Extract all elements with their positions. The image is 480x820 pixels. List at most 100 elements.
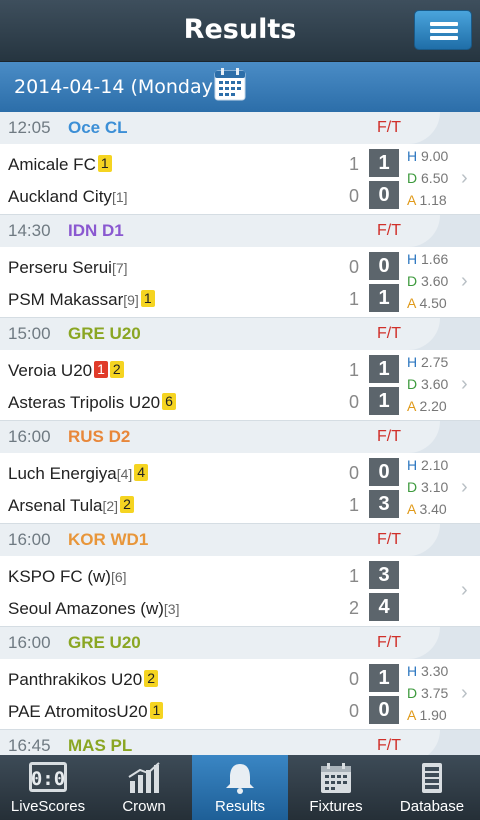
half-time-score: 0 [349, 186, 360, 206]
full-time-score: 1 [369, 664, 399, 692]
away-team: PAE AtromitosU20 1 [8, 702, 164, 722]
team-name: Luch Energiya [8, 464, 117, 483]
home-team: KSPO FC (w)[6] [8, 567, 127, 587]
odds-label: D [407, 273, 418, 289]
league-header: 16:00 KOR WD1 F/T [0, 524, 480, 556]
odds-label: H [407, 354, 418, 370]
match-row[interactable]: Amicale FC 1 1 1 Auckland City[1] 0 0 H 9.00 D 6… [0, 144, 480, 215]
tab-livescores[interactable]: 0:0 LiveScores [0, 755, 96, 820]
full-time-score: 0 [369, 458, 399, 486]
kickoff-time: 12:05 [8, 118, 51, 137]
odds-value: 4.50 [419, 295, 447, 311]
calendar-icon[interactable] [214, 67, 246, 101]
odds-label: D [407, 479, 418, 495]
team-name: Arsenal Tula [8, 496, 103, 515]
chevron-right-icon[interactable]: › [461, 579, 468, 602]
odds-label: A [407, 398, 416, 414]
league-rank: [6] [110, 569, 127, 585]
match-row[interactable]: Luch Energiya[4] 4 0 0 Arsenal Tula[2] 2 1 3 H 2… [0, 453, 480, 524]
competition-name[interactable]: IDN D1 [68, 221, 124, 241]
team-name: Panthrakikos U20 [8, 670, 143, 689]
odds-home: H 2.10 [407, 457, 448, 473]
odds-home: H 2.75 [407, 354, 448, 370]
team-name: PAE AtromitosU20 [8, 702, 148, 721]
yellow-card-count: 1 [140, 290, 155, 307]
full-time-score: 0 [369, 696, 399, 724]
chevron-right-icon[interactable]: › [461, 682, 468, 705]
odds-label: H [407, 148, 418, 164]
match-row[interactable]: Panthrakikos U20 2 0 1 PAE AtromitosU20 1 0 0 H … [0, 659, 480, 730]
chevron-right-icon[interactable]: › [461, 167, 468, 190]
league-header: 16:00 RUS D2 F/T [0, 421, 480, 453]
kickoff-time: 16:00 [8, 530, 51, 549]
league-rank: [3] [163, 601, 180, 617]
bar-chart-icon [128, 762, 160, 793]
scoreboard-icon: 0:0 [29, 762, 67, 792]
half-time-score: 1 [349, 154, 360, 174]
chevron-right-icon[interactable]: › [461, 270, 468, 293]
half-time-score: 1 [349, 566, 360, 586]
yellow-card-count: 2 [109, 361, 124, 378]
bottom-tab-bar: 0:0 LiveScores Crown Results Fixtures Da… [0, 755, 480, 820]
odds-label: D [407, 685, 418, 701]
home-team: Luch Energiya[4] 4 [8, 464, 149, 484]
odds-label: A [407, 295, 416, 311]
league-rank: [1] [111, 189, 128, 205]
league-rank: [2] [102, 498, 119, 514]
chevron-right-icon[interactable]: › [461, 373, 468, 396]
tab-fixtures[interactable]: Fixtures [288, 755, 384, 820]
yellow-card-count: 2 [120, 496, 134, 513]
league-header-bg [0, 524, 440, 556]
tab-database[interactable]: Database [384, 755, 480, 820]
bell-icon [226, 764, 254, 794]
kickoff-time: 16:00 [8, 427, 51, 446]
tab-results[interactable]: Results [192, 755, 288, 820]
tab-crown[interactable]: Crown [96, 755, 192, 820]
away-team: PSM Makassar[9] 1 [8, 290, 155, 310]
date-label: 2014-04-14 (Monday) [14, 76, 221, 98]
team-name: Seoul Amazones (w) [8, 599, 164, 618]
odds-value: 1.66 [421, 251, 449, 267]
full-time-score: 1 [369, 149, 399, 177]
half-time-score: 0 [349, 669, 360, 689]
menu-button[interactable] [414, 10, 472, 50]
half-time-score: 0 [349, 257, 360, 277]
yellow-card-count: 6 [162, 393, 176, 410]
odds-label: D [407, 170, 418, 186]
kickoff-time: 16:00 [8, 633, 51, 652]
match-status: F/T [377, 325, 401, 342]
odds-away: A 1.18 [407, 192, 447, 208]
odds-away: A 3.40 [407, 501, 447, 517]
match-row[interactable]: Veroia U20 1 2 1 1 Asteras Tripolis U20 6 0 1 H 2… [0, 350, 480, 421]
league-header: 12:05 Oce CL F/T [0, 112, 480, 144]
odds-value: 3.30 [421, 663, 449, 679]
odds-draw: D 3.60 [407, 376, 448, 392]
competition-name[interactable]: Oce CL [68, 118, 128, 138]
results-list[interactable]: 12:05 Oce CL F/T Amicale FC 1 1 1 Auckland City… [0, 112, 480, 755]
competition-name[interactable]: KOR WD1 [68, 530, 148, 550]
odds-value: 3.10 [421, 479, 449, 495]
odds-label: H [407, 663, 418, 679]
league-header-bg [0, 627, 440, 659]
full-time-score: 0 [369, 181, 399, 209]
match-row[interactable]: Perseru Serui[7] 0 0 PSM Makassar[9] 1 1 1 H 1.… [0, 247, 480, 318]
competition-name[interactable]: GRE U20 [68, 324, 141, 344]
odds-label: H [407, 251, 418, 267]
kickoff-time: 14:30 [8, 221, 51, 240]
league-header-bg [0, 318, 440, 350]
tab-label: Fixtures [309, 798, 363, 815]
competition-name[interactable]: RUS D2 [68, 427, 130, 447]
odds-away: A 2.20 [407, 398, 447, 414]
chevron-right-icon[interactable]: › [461, 476, 468, 499]
team-name: Auckland City [8, 187, 112, 206]
match-row[interactable]: KSPO FC (w)[6] 1 3 Seoul Amazones (w)[3] 2 4 › [0, 556, 480, 627]
league-rank: [4] [116, 466, 133, 482]
yellow-card-count: 2 [144, 670, 158, 687]
match-status: F/T [377, 222, 401, 239]
odds-draw: D 3.60 [407, 273, 448, 289]
odds-draw: D 3.75 [407, 685, 448, 701]
odds-label: H [407, 457, 418, 473]
competition-name[interactable]: MAS PL [68, 736, 132, 755]
full-time-score: 4 [369, 593, 399, 621]
competition-name[interactable]: GRE U20 [68, 633, 141, 653]
